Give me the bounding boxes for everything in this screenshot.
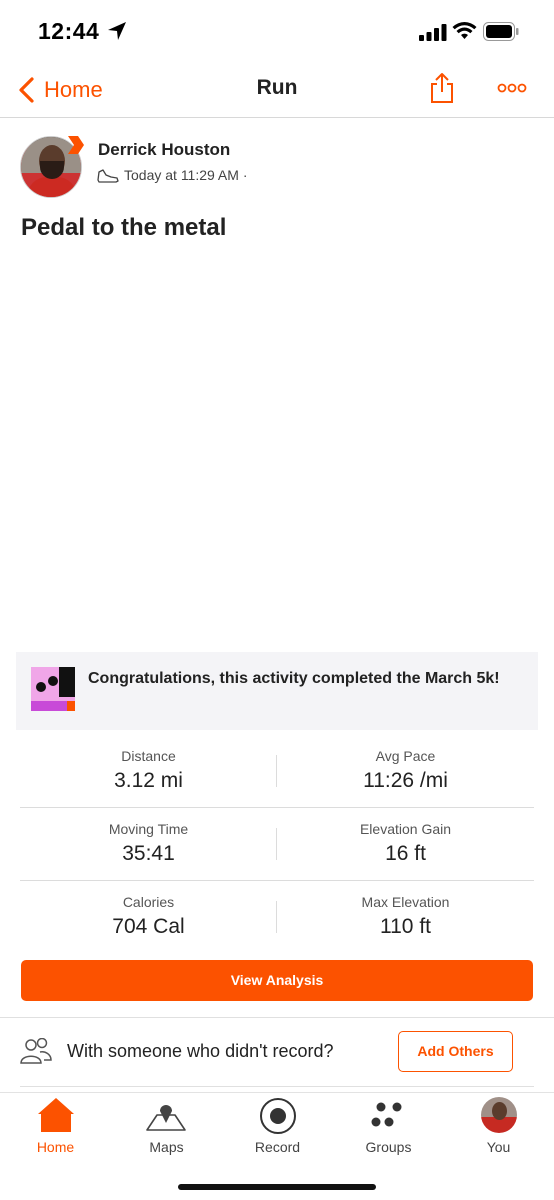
tab-you[interactable]: You <box>443 1093 554 1163</box>
tab-maps[interactable]: Maps <box>111 1093 222 1163</box>
tab-groups[interactable]: Groups <box>333 1093 444 1163</box>
stat-distance: Distance 3.12 mi <box>20 735 277 808</box>
stat-value: 3.12 mi <box>114 769 183 792</box>
nav-header: Home Run <box>0 60 554 118</box>
stats-grid: Distance 3.12 mi Avg Pace 11:26 /mi Movi… <box>20 735 534 954</box>
tab-label: Home <box>36 1139 75 1155</box>
athlete-name[interactable]: Derrick Houston <box>98 140 230 160</box>
record-icon <box>259 1098 296 1134</box>
athlete-avatar[interactable] <box>20 136 86 202</box>
activity-time: Today at 11:29 AM · <box>124 167 248 183</box>
shoe-icon <box>97 169 119 183</box>
people-icon <box>20 1038 52 1064</box>
tab-label: Maps <box>149 1139 184 1155</box>
stat-label: Distance <box>121 748 176 764</box>
chevron-left-icon <box>19 77 34 103</box>
tab-label: Groups <box>365 1139 412 1155</box>
back-label: Home <box>44 77 103 102</box>
activity-meta: Today at 11:29 AM · <box>96 166 247 184</box>
stat-value: 110 ft <box>380 915 431 938</box>
more-options-icon[interactable] <box>497 82 527 94</box>
stat-max-elevation: Max Elevation 110 ft <box>277 881 534 954</box>
stat-label: Calories <box>122 894 175 910</box>
tab-label: Record <box>254 1139 301 1155</box>
stat-moving-time: Moving Time 35:41 <box>20 808 277 881</box>
stat-value: 11:26 /mi <box>363 769 448 792</box>
activity-title: Pedal to the metal <box>21 214 227 241</box>
groups-icon <box>371 1102 401 1127</box>
stat-elevation-gain: Elevation Gain 16 ft <box>277 808 534 881</box>
divider <box>20 1086 534 1087</box>
tab-record[interactable]: Record <box>222 1093 333 1163</box>
tab-label: You <box>486 1139 511 1155</box>
home-icon <box>37 1098 74 1132</box>
challenge-banner[interactable]: Congratulations, this activity completed… <box>16 652 538 730</box>
back-button[interactable]: Home <box>16 74 103 106</box>
athlete-header: Derrick Houston Today at 11:29 AM · <box>20 136 540 206</box>
stat-row: Moving Time 35:41 Elevation Gain 16 ft <box>20 808 534 881</box>
view-analysis-button[interactable]: View Analysis <box>21 960 533 1001</box>
challenge-text: Congratulations, this activity completed… <box>88 670 500 687</box>
stat-value: 35:41 <box>122 842 175 865</box>
subscriber-badge-icon <box>68 136 84 154</box>
stat-label: Avg Pace <box>375 748 436 764</box>
tab-home[interactable]: Home <box>0 1093 111 1163</box>
stat-calories: Calories 704 Cal <box>20 881 277 954</box>
location-arrow-icon <box>108 22 126 40</box>
stat-avg-pace: Avg Pace 11:26 /mi <box>277 735 534 808</box>
stat-value: 16 ft <box>385 842 426 865</box>
stat-label: Elevation Gain <box>359 821 452 837</box>
cellular-signal-icon <box>419 24 447 41</box>
stat-row: Calories 704 Cal Max Elevation 110 ft <box>20 881 534 954</box>
battery-icon <box>483 22 519 41</box>
stat-label: Moving Time <box>108 821 189 837</box>
status-time: 12:44 <box>38 18 100 44</box>
stat-label: Max Elevation <box>361 894 450 910</box>
home-indicator <box>178 1184 376 1190</box>
stat-row: Distance 3.12 mi Avg Pace 11:26 /mi <box>20 735 534 808</box>
divider <box>0 1017 554 1018</box>
with-someone-text: With someone who didn't record? <box>67 1041 334 1061</box>
wifi-icon <box>452 22 477 39</box>
avatar <box>480 1097 517 1133</box>
maps-icon <box>145 1105 186 1131</box>
status-bar: 12:44 <box>0 0 554 60</box>
add-others-button[interactable]: Add Others <box>398 1031 513 1072</box>
challenge-badge-icon <box>31 667 75 711</box>
share-icon[interactable] <box>429 72 455 104</box>
stat-value: 704 Cal <box>112 915 185 938</box>
